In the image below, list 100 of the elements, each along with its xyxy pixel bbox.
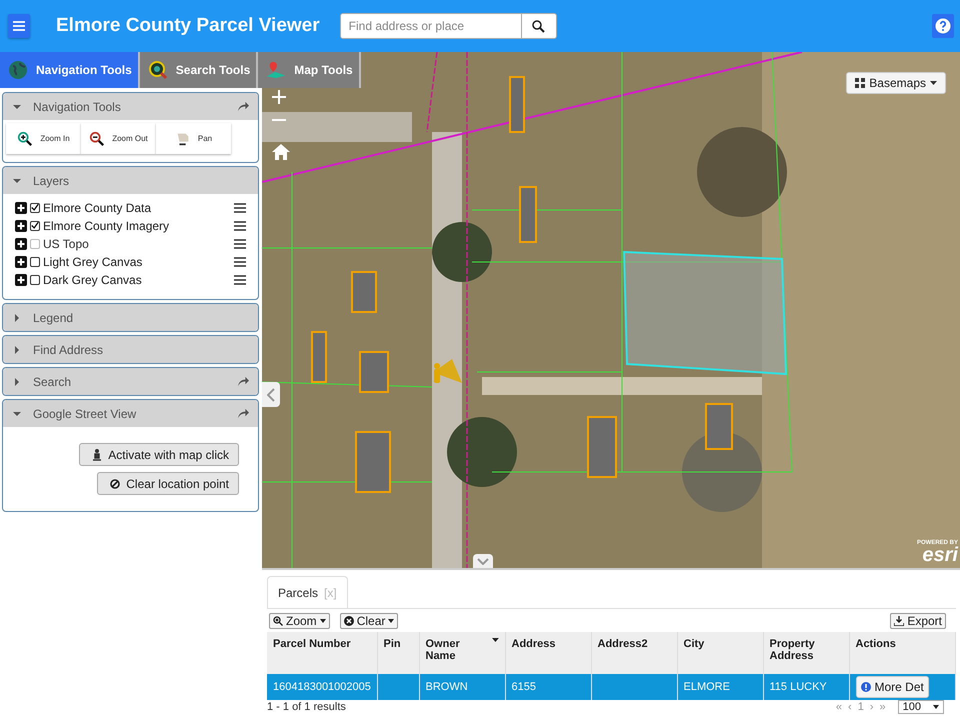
expand-icon[interactable] bbox=[15, 256, 27, 268]
caret-icon bbox=[930, 81, 937, 85]
search-field[interactable]: Find address or place bbox=[340, 13, 522, 39]
layer-name: Dark Grey Canvas bbox=[43, 272, 142, 286]
share-arrow-icon[interactable] bbox=[237, 408, 250, 419]
layer-name: Elmore County Data bbox=[43, 200, 152, 214]
menu-icon[interactable] bbox=[234, 238, 246, 248]
hand-icon bbox=[174, 130, 191, 146]
clear-icon bbox=[344, 616, 354, 626]
share-arrow-icon[interactable] bbox=[237, 101, 250, 112]
menu-icon[interactable] bbox=[234, 256, 246, 266]
results-summary: 1 - 1 of 1 results bbox=[267, 701, 346, 713]
column-header[interactable]: Owner Name bbox=[419, 632, 505, 674]
expand-icon[interactable] bbox=[15, 220, 27, 232]
column-header[interactable]: City bbox=[677, 632, 763, 674]
street-view-button[interactable]: Activate with map click bbox=[79, 443, 239, 466]
building-outline bbox=[509, 76, 525, 133]
search-icon bbox=[148, 60, 168, 80]
column-header[interactable]: Property Address bbox=[763, 632, 849, 674]
caret-icon bbox=[13, 410, 21, 418]
chevron-down-icon bbox=[477, 558, 489, 564]
expand-icon[interactable] bbox=[15, 202, 27, 214]
panel-header[interactable]: Navigation Tools bbox=[3, 93, 258, 120]
more-details-button[interactable]: More Det bbox=[856, 676, 929, 698]
zoom-dropdown[interactable]: Zoom bbox=[269, 613, 330, 629]
help-button[interactable] bbox=[932, 14, 954, 38]
search-button[interactable] bbox=[522, 13, 557, 39]
panel-header[interactable]: Layers bbox=[3, 167, 258, 194]
column-header[interactable]: Pin bbox=[377, 632, 419, 674]
page-size-select[interactable]: 100 bbox=[898, 700, 944, 714]
building-outline bbox=[351, 271, 377, 313]
map-pin-icon bbox=[266, 60, 286, 80]
tool-tab[interactable]: Navigation Tools bbox=[0, 52, 140, 88]
zoom-in-button[interactable] bbox=[272, 90, 286, 104]
tab-label: Parcels bbox=[278, 586, 318, 600]
checkbox[interactable] bbox=[30, 202, 40, 212]
column-header[interactable]: Address bbox=[505, 632, 591, 674]
caret-icon bbox=[13, 378, 21, 386]
caret-icon bbox=[388, 619, 394, 623]
zoom-in-icon bbox=[17, 130, 34, 146]
caret-icon bbox=[320, 619, 326, 623]
menu-button[interactable] bbox=[8, 14, 30, 38]
tree-canopy bbox=[447, 417, 517, 487]
basemaps-button[interactable]: Basemaps bbox=[846, 72, 946, 94]
caret-icon bbox=[13, 176, 21, 184]
expand-icon[interactable] bbox=[15, 238, 27, 250]
caret-icon bbox=[933, 705, 939, 709]
column-header[interactable]: Actions bbox=[849, 632, 956, 674]
building-outline bbox=[519, 186, 537, 243]
tool-tab[interactable]: Search Tools bbox=[140, 52, 258, 88]
globe-icon bbox=[8, 60, 28, 80]
plus-icon bbox=[272, 90, 286, 104]
info-icon bbox=[860, 682, 870, 692]
caret-icon bbox=[13, 346, 21, 354]
panel-header[interactable]: Legend bbox=[3, 304, 258, 331]
person-icon bbox=[92, 448, 102, 460]
building-outline bbox=[355, 431, 391, 493]
results-tab[interactable]: Parcels [x] bbox=[267, 576, 348, 608]
layer-name: US Topo bbox=[43, 236, 89, 250]
column-header[interactable]: Parcel Number bbox=[267, 632, 377, 674]
checkbox[interactable] bbox=[30, 256, 40, 266]
checkbox[interactable] bbox=[30, 274, 40, 284]
table-cell: BROWN bbox=[419, 674, 505, 700]
caret-icon bbox=[13, 314, 21, 322]
zoom-in-icon bbox=[273, 616, 283, 626]
layer-name: Elmore County Imagery bbox=[43, 218, 170, 232]
street-view-button[interactable]: Clear location point bbox=[97, 472, 239, 495]
panel-header[interactable]: Find Address bbox=[3, 336, 258, 363]
tool-button[interactable]: Pan bbox=[156, 123, 231, 154]
app-title: Elmore County Parcel Viewer bbox=[56, 15, 320, 37]
column-header[interactable]: Address2 bbox=[591, 632, 677, 674]
menu-icon[interactable] bbox=[234, 220, 246, 230]
panel-header[interactable]: Google Street View bbox=[3, 400, 258, 427]
panel-header[interactable]: Search bbox=[3, 368, 258, 395]
menu-icon[interactable] bbox=[234, 274, 246, 284]
table-cell: 115 LUCKY bbox=[763, 674, 849, 700]
esri-logo: esri bbox=[922, 546, 958, 564]
building-outline bbox=[311, 331, 327, 383]
tool-tab[interactable]: Map Tools bbox=[258, 52, 361, 88]
tool-button[interactable]: Zoom Out bbox=[81, 123, 156, 154]
table-cell: 1604183001002005 bbox=[267, 674, 377, 700]
building-outline bbox=[359, 351, 389, 393]
tool-button[interactable]: Zoom In bbox=[6, 123, 81, 154]
building-outline bbox=[705, 403, 733, 450]
table-cell: 6155 bbox=[505, 674, 591, 700]
layer-name: Light Grey Canvas bbox=[43, 254, 142, 268]
share-arrow-icon[interactable] bbox=[237, 376, 250, 387]
caret-icon bbox=[492, 638, 498, 642]
export-button[interactable]: Export bbox=[890, 613, 946, 629]
minus-icon bbox=[272, 118, 286, 122]
home-icon bbox=[272, 144, 290, 160]
menu-icon[interactable] bbox=[234, 202, 246, 212]
expand-icon[interactable] bbox=[15, 274, 27, 286]
clear-dropdown[interactable]: Clear bbox=[340, 613, 398, 629]
home-button[interactable] bbox=[272, 144, 290, 160]
table-cell: ELMORE bbox=[677, 674, 763, 700]
building-outline bbox=[587, 416, 617, 478]
checkbox[interactable] bbox=[30, 220, 40, 230]
prohibited-icon bbox=[110, 478, 120, 490]
grid-icon bbox=[855, 78, 866, 88]
